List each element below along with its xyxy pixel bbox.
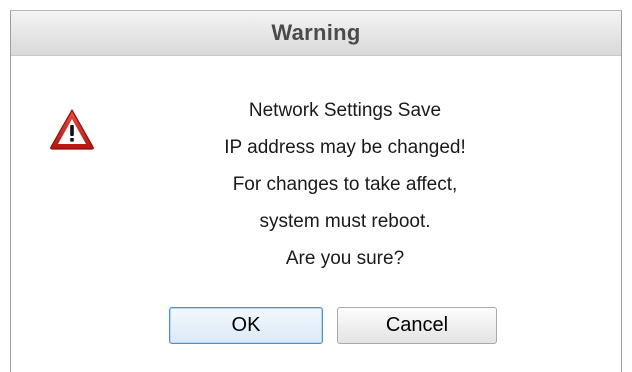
dialog-content: Network Settings Save IP address may be … xyxy=(11,56,621,372)
message-line: system must reboot. xyxy=(259,211,431,232)
dialog-buttons: OK Cancel xyxy=(169,307,497,344)
warning-dialog: Warning Network Settings Save IP address… xyxy=(10,10,622,372)
dialog-title: Warning xyxy=(271,20,361,45)
dialog-message: Network Settings Save IP address may be … xyxy=(186,92,504,277)
cancel-button[interactable]: Cancel xyxy=(337,307,497,344)
message-line: Are you sure? xyxy=(285,248,405,269)
dialog-titlebar: Warning xyxy=(11,11,621,56)
message-line: IP address may be changed! xyxy=(224,137,466,158)
warning-triangle-icon xyxy=(49,108,95,150)
ok-button[interactable]: OK xyxy=(169,307,323,344)
message-line: For changes to take affect, xyxy=(232,174,458,195)
message-line: Network Settings Save xyxy=(248,100,442,121)
